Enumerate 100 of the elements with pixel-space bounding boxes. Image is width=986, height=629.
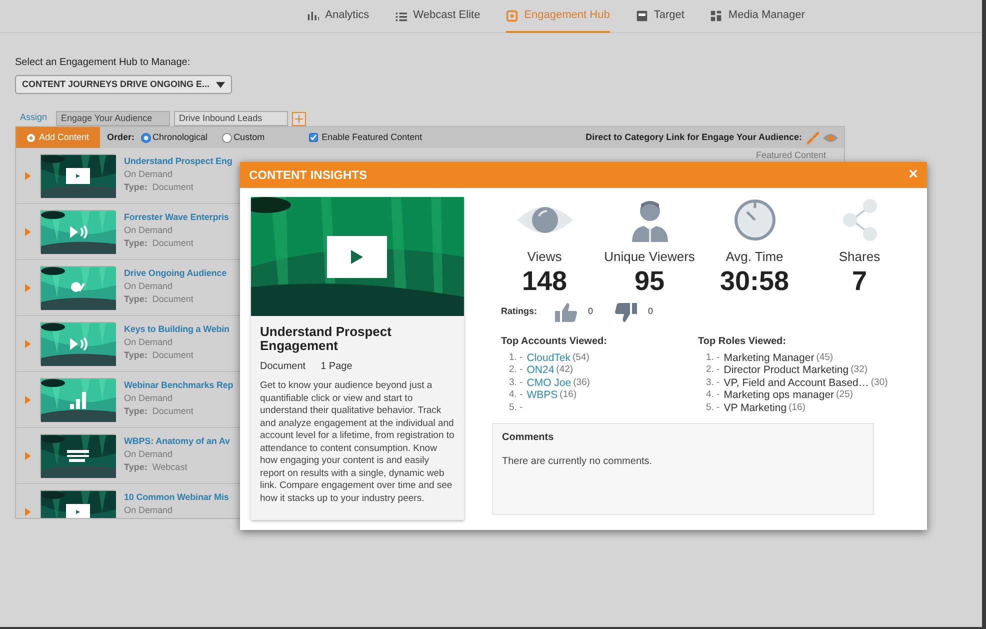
list-title: Top Roles Viewed:: [698, 334, 787, 348]
content-status: On Demand: [124, 224, 174, 237]
plus-icon: [295, 115, 304, 123]
nav-tab[interactable]: Analytics: [307, 0, 370, 33]
list-icon: [395, 10, 408, 22]
check-icon: [310, 134, 317, 141]
content-status: On Demand: [124, 280, 174, 293]
field-label: Select an Engagement Hub to Manage:: [15, 56, 192, 70]
stat-value: 148: [522, 266, 568, 294]
rank-number: 2. -: [706, 364, 720, 376]
hub-icon: [506, 10, 518, 22]
stat-value: 30:58: [720, 266, 790, 294]
caret-icon: [216, 82, 225, 88]
thumbs-up-button[interactable]: [555, 302, 577, 322]
plus-circle-icon: [26, 134, 35, 142]
type-label: Type:: [124, 293, 148, 306]
page-count: 1 Page: [320, 360, 352, 374]
card-title: Understand Prospect Engagement: [260, 325, 392, 353]
play-icon: [351, 250, 363, 264]
expand-arrow-icon: [25, 284, 31, 292]
rank-number: 3. -: [706, 376, 720, 389]
modal-title: CONTENT INSIGHTS: [249, 167, 368, 184]
rating-count: 0: [588, 305, 594, 318]
content-title-link[interactable]: WBPS: Anatomy of an Av: [124, 435, 230, 448]
order-label: Order:: [107, 130, 135, 144]
category-tab[interactable]: Drive Inbound Leads: [174, 111, 288, 126]
content-title-link[interactable]: 10 Common Webinar Mis: [124, 491, 229, 504]
role-name: Marketing Manager: [724, 352, 814, 364]
rank-number: 3. -: [509, 376, 523, 389]
role-name: VP Marketing: [724, 402, 787, 414]
type-label: Type:: [124, 181, 148, 194]
category-tab[interactable]: Engage Your Audience: [56, 111, 170, 126]
add-tab-button[interactable]: [292, 112, 306, 126]
view-count: (16): [788, 402, 806, 414]
content-status: On Demand: [124, 392, 174, 405]
account-link[interactable]: CloudTek: [526, 352, 571, 364]
play-button[interactable]: [327, 236, 387, 278]
stat-value: 7: [852, 266, 868, 294]
expand-arrow-icon: [25, 396, 31, 404]
nav-tab[interactable]: Webcast Elite: [395, 0, 480, 33]
close-button[interactable]: ×: [908, 167, 918, 183]
preview-button[interactable]: [823, 132, 838, 142]
nav-tab[interactable]: Media Manager: [710, 0, 805, 33]
content-type: Document: [260, 360, 306, 374]
stat-label: Shares: [838, 248, 880, 266]
comments-empty-text: There are currently no comments.: [502, 455, 654, 469]
account-link[interactable]: WBPS: [526, 389, 558, 402]
content-type: Document: [152, 181, 194, 194]
account-link[interactable]: CMO Joe: [526, 376, 572, 389]
view-count: (45): [816, 352, 834, 364]
rating-count: 0: [648, 305, 654, 318]
hub-dropdown[interactable]: CONTENT JOURNEYS DRIVE ONGOING E...: [15, 75, 232, 94]
content-title-link[interactable]: Forrester Wave Enterpris: [124, 211, 229, 224]
type-label: Type:: [124, 349, 148, 362]
role-name: Marketing ops manager: [724, 389, 834, 402]
add-content-button[interactable]: Add Content: [16, 127, 100, 148]
ratings-label: Ratings:: [501, 305, 537, 318]
expand-arrow-icon: [25, 228, 31, 236]
comments-title: Comments: [502, 431, 555, 445]
thumbs-down-button[interactable]: [615, 302, 638, 322]
content-title-link[interactable]: Webinar Benchmarks Rep: [124, 379, 234, 392]
content-title-link[interactable]: Drive Ongoing Audience: [124, 267, 226, 280]
view-count: (30): [870, 376, 888, 389]
content-type: Document: [152, 293, 194, 306]
expand-arrow-icon: [25, 452, 31, 460]
stat-label: Views: [527, 248, 562, 266]
featured-checkbox[interactable]: Enable Featured Content: [308, 130, 422, 144]
role-name: VP, Field and Account Based…: [724, 376, 869, 389]
column-header: Featured Content: [756, 149, 826, 162]
thumbs-down-icon: [615, 302, 638, 322]
view-count: (25): [836, 389, 853, 402]
content-status: On Demand: [124, 504, 174, 517]
eye-icon: [823, 132, 838, 142]
content-title-link[interactable]: Understand Prospect Eng: [124, 155, 232, 168]
monitor-icon: [636, 10, 648, 22]
content-status: On Demand: [124, 448, 174, 461]
content-type: Document: [152, 349, 194, 362]
rank-number: 4. -: [509, 389, 523, 402]
account-link[interactable]: ON24: [526, 364, 554, 376]
assign-link[interactable]: Assign: [15, 110, 52, 126]
order-radio[interactable]: Chronological: [140, 130, 208, 144]
rank-number: 5. -: [706, 402, 720, 414]
order-radio[interactable]: Custom: [222, 130, 265, 144]
view-count: (54): [572, 352, 590, 364]
thumbs-up-icon: [555, 302, 577, 322]
content-title-link[interactable]: Keys to Building a Webin: [124, 323, 230, 336]
view-count: (32): [850, 364, 868, 376]
role-name: Director Product Marketing: [724, 364, 849, 376]
type-label: Type:: [124, 405, 148, 418]
link-button[interactable]: [806, 130, 820, 144]
rank-number: 5. -: [509, 402, 523, 414]
rank-number: 1. -: [509, 352, 523, 364]
nav-tab[interactable]: Engagement Hub: [506, 0, 610, 33]
content-type: Document: [152, 237, 194, 250]
stat-value: 95: [634, 266, 665, 294]
view-count: (42): [556, 364, 574, 376]
type-label: Type:: [124, 237, 148, 250]
content-type: Webcast: [152, 461, 188, 474]
stat-label: Unique Viewers: [604, 248, 695, 266]
nav-tab[interactable]: Target: [636, 0, 684, 33]
